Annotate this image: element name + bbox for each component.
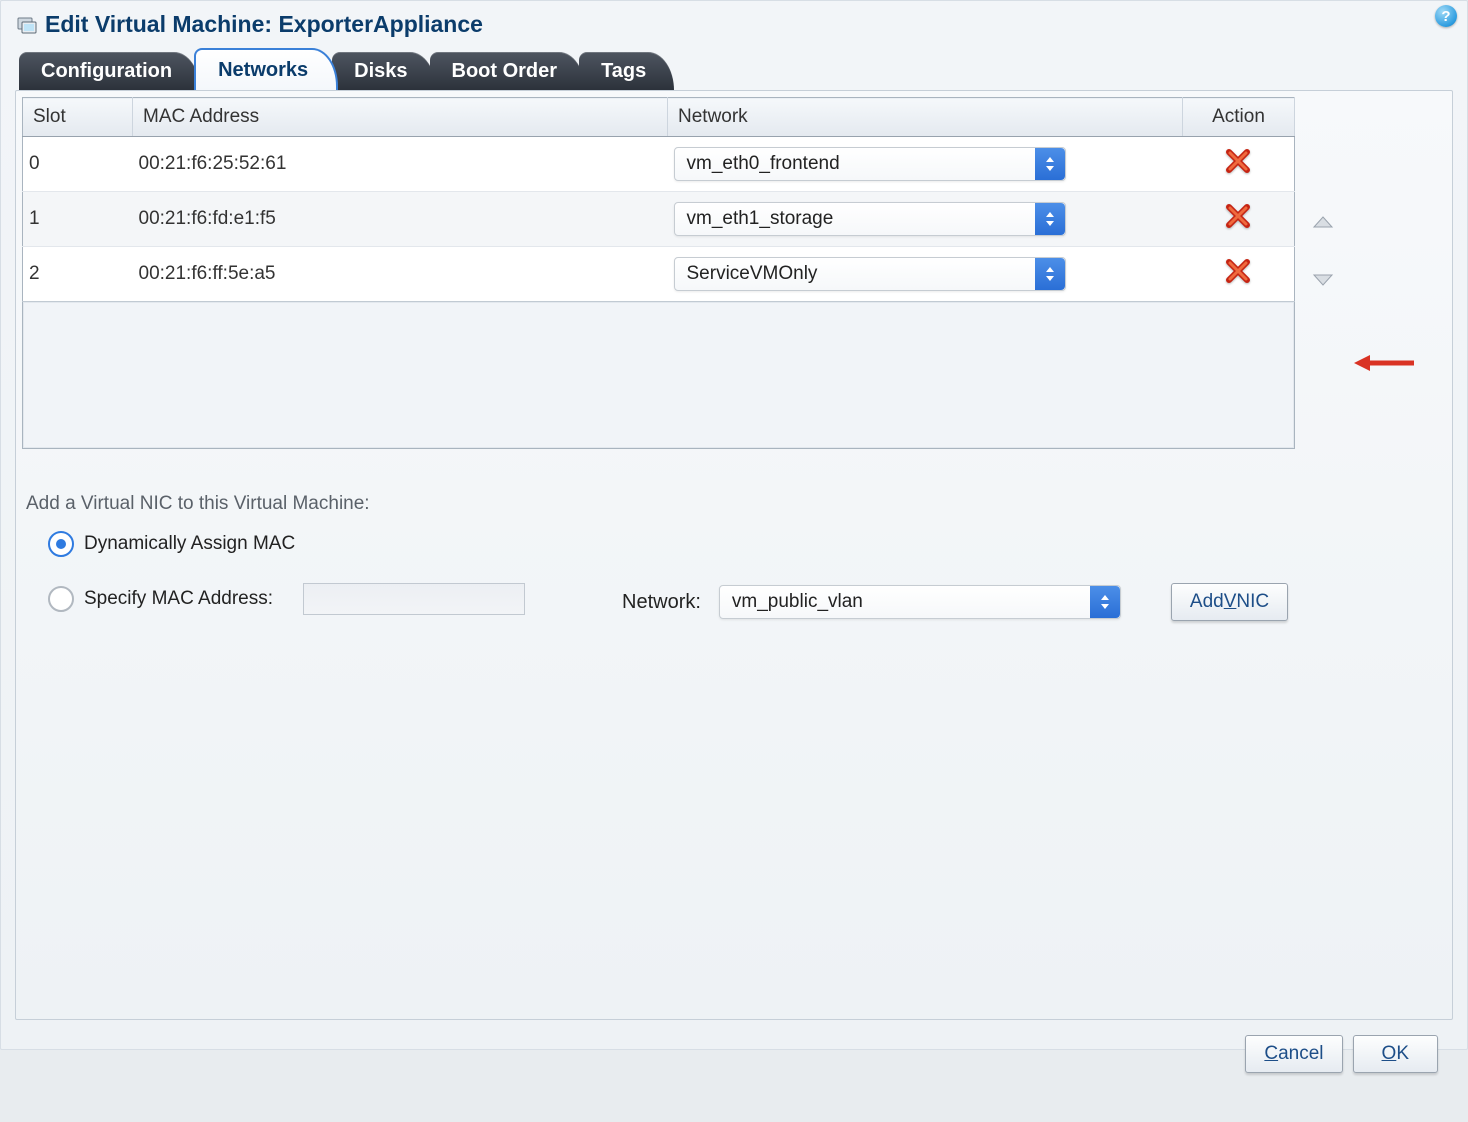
delete-nic-button[interactable] [1225,213,1251,234]
tab-disks[interactable]: Disks [332,52,435,90]
cell-action [1183,137,1295,192]
radio-dynamic-mac[interactable]: Dynamically Assign MAC [48,531,1440,557]
cell-mac: 00:21:f6:fd:e1:f5 [133,192,668,247]
dialog-title-bar: Edit Virtual Machine: ExporterAppliance … [9,7,1459,48]
cell-slot: 2 [23,247,133,302]
nic-row[interactable]: 0 00:21:f6:25:52:61 vm_eth0_frontend [23,137,1295,192]
chevron-updown-icon [1035,258,1065,290]
tab-networks[interactable]: Networks [194,48,338,90]
add-vnic-button[interactable]: Add VNIC [1171,583,1288,621]
tab-bar: Configuration Networks Disks Boot Order … [9,48,1459,90]
tab-tags[interactable]: Tags [579,52,674,90]
move-down-button[interactable] [1312,273,1334,291]
network-select[interactable]: vm_eth1_storage [674,202,1066,236]
cell-mac: 00:21:f6:ff:5e:a5 [133,247,668,302]
nic-row[interactable]: 1 00:21:f6:fd:e1:f5 vm_eth1_storage [23,192,1295,247]
nic-table: Slot MAC Address Network Action 0 00:21:… [22,97,1295,449]
radio-label: Dynamically Assign MAC [84,533,295,555]
network-select[interactable]: ServiceVMOnly [674,257,1066,291]
tab-boot-order[interactable]: Boot Order [430,52,586,90]
form-heading: Add a Virtual NIC to this Virtual Machin… [26,493,1440,515]
edit-vm-dialog: Edit Virtual Machine: ExporterAppliance … [0,0,1468,1050]
dialog-title: Edit Virtual Machine: ExporterAppliance [45,11,483,38]
tab-configuration[interactable]: Configuration [19,52,200,90]
delete-nic-button[interactable] [1225,268,1251,289]
col-header-action[interactable]: Action [1183,98,1295,137]
add-vnic-network-select[interactable]: vm_public_vlan [719,585,1121,619]
add-vnic-form: Add a Virtual NIC to this Virtual Machin… [22,485,1446,621]
chevron-updown-icon [1035,148,1065,180]
cell-action [1183,247,1295,302]
ok-button[interactable]: OK [1353,1035,1438,1073]
network-select-value: ServiceVMOnly [675,263,1035,285]
mac-address-input[interactable] [303,583,525,615]
delete-nic-button[interactable] [1225,158,1251,179]
cell-mac: 00:21:f6:25:52:61 [133,137,668,192]
cell-network: vm_eth1_storage [668,192,1183,247]
annotation-arrow-icon [1352,351,1416,379]
cell-network: ServiceVMOnly [668,247,1183,302]
radio-icon [48,531,74,557]
chevron-updown-icon [1090,586,1120,618]
network-select-value: vm_eth1_storage [675,208,1035,230]
chevron-updown-icon [1035,203,1065,235]
dialog-footer: Cancel OK [1245,1035,1438,1073]
help-icon[interactable]: ? [1435,5,1457,27]
network-label: Network: [622,591,701,614]
radio-label: Specify MAC Address: [84,588,273,610]
cell-action [1183,192,1295,247]
cell-slot: 1 [23,192,133,247]
nic-row[interactable]: 2 00:21:f6:ff:5e:a5 ServiceVMOnly [23,247,1295,302]
col-header-slot[interactable]: Slot [23,98,133,137]
network-select[interactable]: vm_eth0_frontend [674,147,1066,181]
radio-icon [48,586,74,612]
vm-icon [17,15,37,35]
network-select-value: vm_public_vlan [720,591,1090,613]
reorder-controls [1309,97,1337,291]
move-up-button[interactable] [1312,215,1334,233]
cancel-button[interactable]: Cancel [1245,1035,1342,1073]
col-header-mac[interactable]: MAC Address [133,98,668,137]
cell-slot: 0 [23,137,133,192]
table-empty-area [23,302,1295,449]
network-select-value: vm_eth0_frontend [675,153,1035,175]
col-header-network[interactable]: Network [668,98,1183,137]
cell-network: vm_eth0_frontend [668,137,1183,192]
networks-panel: Slot MAC Address Network Action 0 00:21:… [15,90,1453,1020]
